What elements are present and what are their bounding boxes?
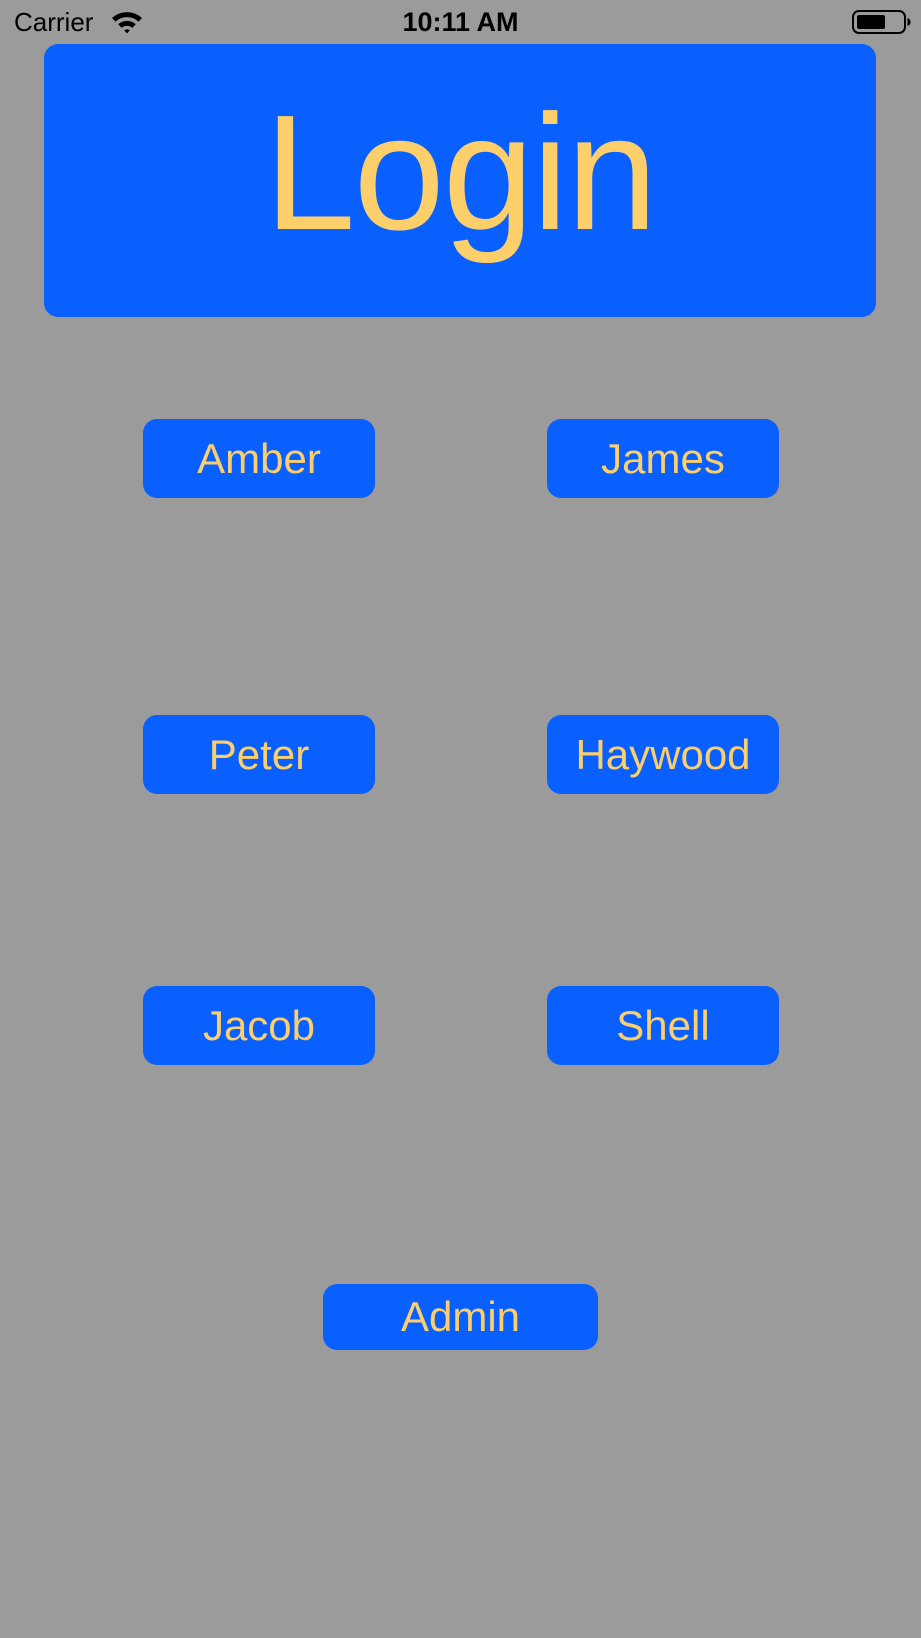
admin-button[interactable]: Admin <box>323 1284 598 1350</box>
battery-icon <box>852 9 912 35</box>
user-button-peter[interactable]: Peter <box>143 715 375 794</box>
login-header: Login <box>44 44 876 317</box>
user-button-haywood[interactable]: Haywood <box>547 715 779 794</box>
user-button-amber[interactable]: Amber <box>143 419 375 498</box>
status-time: 10:11 AM <box>402 7 519 37</box>
user-button-shell[interactable]: Shell <box>547 986 779 1065</box>
user-button-james[interactable]: James <box>547 419 779 498</box>
user-button-jacob[interactable]: Jacob <box>143 986 375 1065</box>
login-title: Login <box>264 80 657 264</box>
status-bar: Carrier 10:11 AM <box>0 0 921 44</box>
